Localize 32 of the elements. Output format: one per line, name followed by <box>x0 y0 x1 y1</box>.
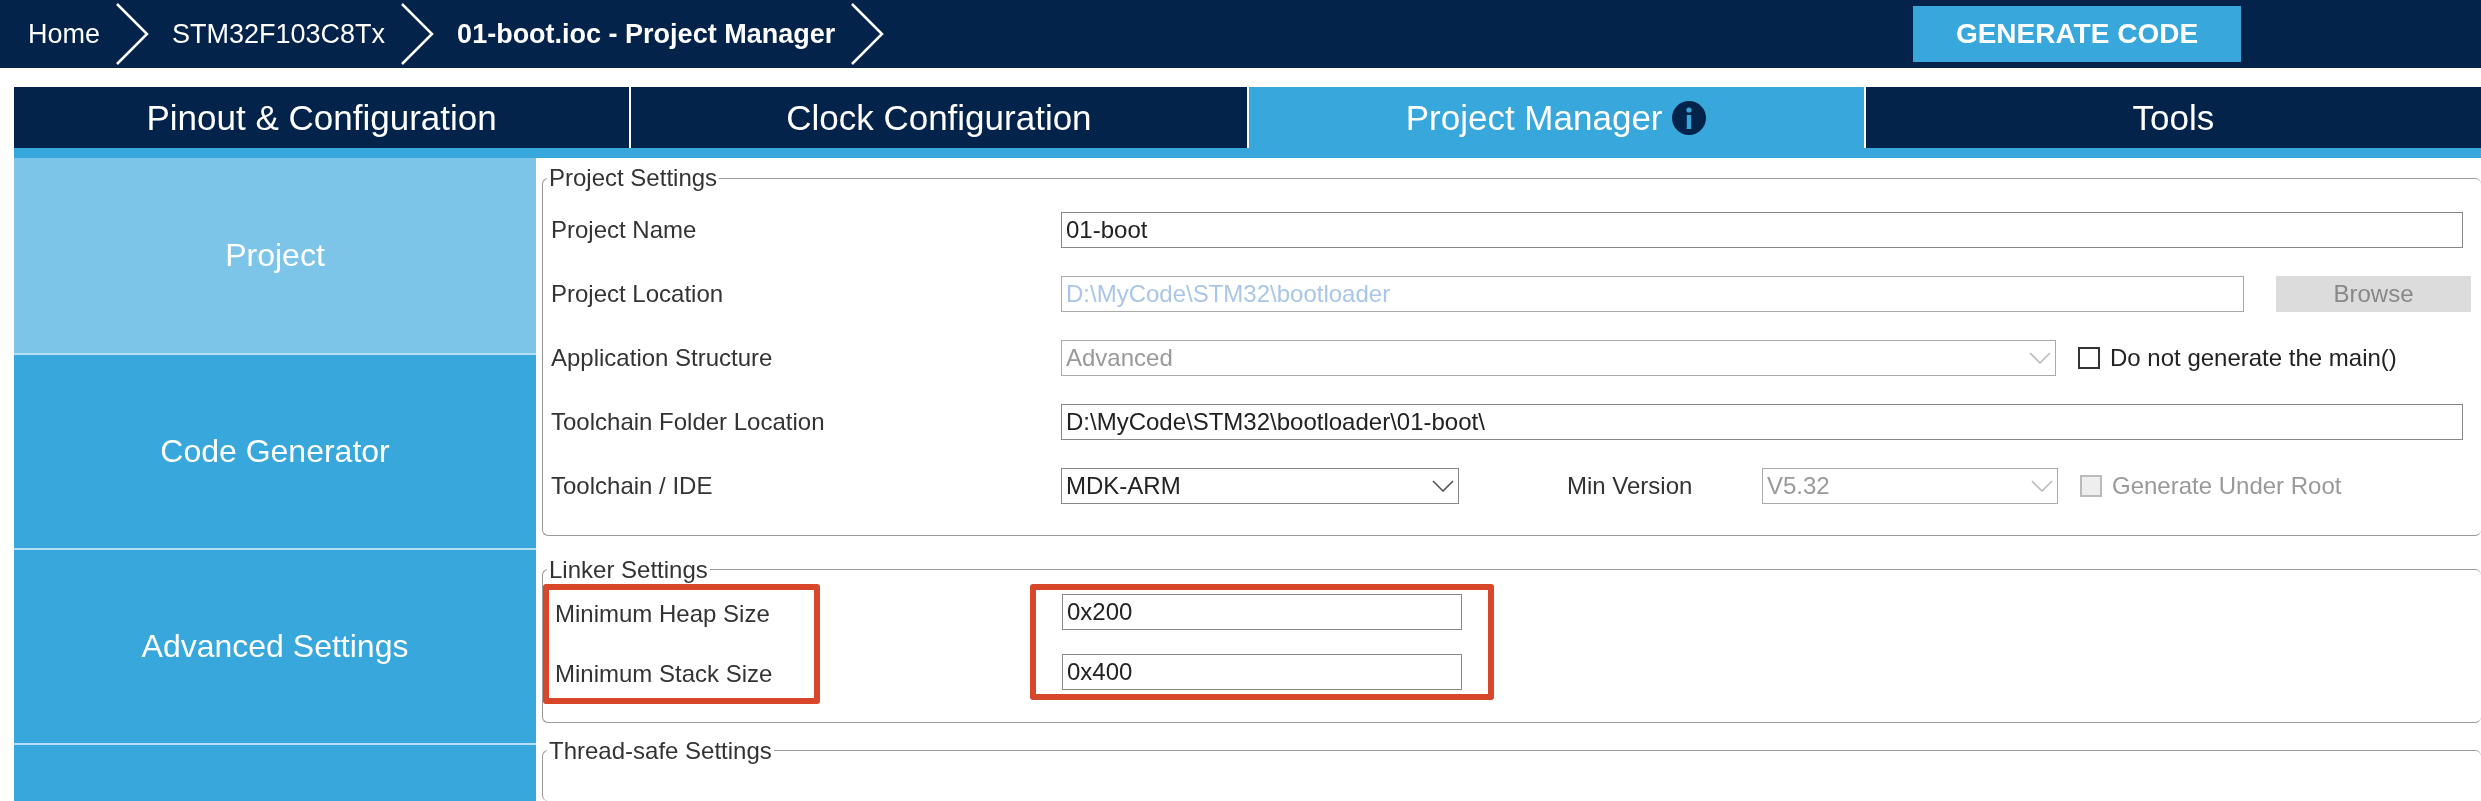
checkbox[interactable] <box>2078 347 2100 369</box>
checkbox-label: Generate Under Root <box>2112 472 2342 500</box>
field-label: Application Structure <box>551 344 774 372</box>
caret-icon <box>1432 480 1454 492</box>
breadcrumb-item[interactable]: STM32F103C8Tx <box>172 18 386 50</box>
breadcrumb-item[interactable]: Home <box>28 18 101 50</box>
chevron-icon <box>114 2 151 66</box>
caret-icon <box>2029 352 2051 364</box>
field-label: Project Location <box>551 280 725 308</box>
field-label: Toolchain / IDE <box>551 472 714 500</box>
group-title: Linker Settings <box>548 556 709 584</box>
group-title: Project Settings <box>548 164 719 192</box>
field-label: Toolchain Folder Location <box>551 408 826 436</box>
field-label: Minimum Stack Size <box>555 659 774 689</box>
input-field[interactable]: 0x200 <box>1062 594 1462 630</box>
field-label: Min Version <box>1567 472 1694 500</box>
field-label: Minimum Heap Size <box>555 599 771 629</box>
chevron-icon <box>849 2 886 66</box>
dropdown-field[interactable]: MDK-ARM <box>1061 468 1459 504</box>
group-title: Thread-safe Settings <box>548 736 773 765</box>
input-field[interactable]: 0x400 <box>1062 654 1462 690</box>
breadcrumb-item[interactable]: 01-boot.ioc - Project Manager <box>457 18 836 50</box>
field-label: Project Name <box>551 216 698 244</box>
tab[interactable]: Pinout & Configuration <box>14 87 630 148</box>
info-icon <box>1670 99 1707 136</box>
tab[interactable]: Tools <box>1865 87 2481 148</box>
chevron-icon <box>399 2 436 66</box>
caret-icon <box>2031 480 2053 492</box>
input-field[interactable]: D:\MyCode\STM32\bootloader\01-boot\ <box>1061 404 2463 440</box>
tab[interactable]: Clock Configuration <box>631 87 1247 148</box>
checkbox-label: Do not generate the main() <box>2110 344 2397 372</box>
input-field[interactable]: 01-boot <box>1061 212 2463 248</box>
